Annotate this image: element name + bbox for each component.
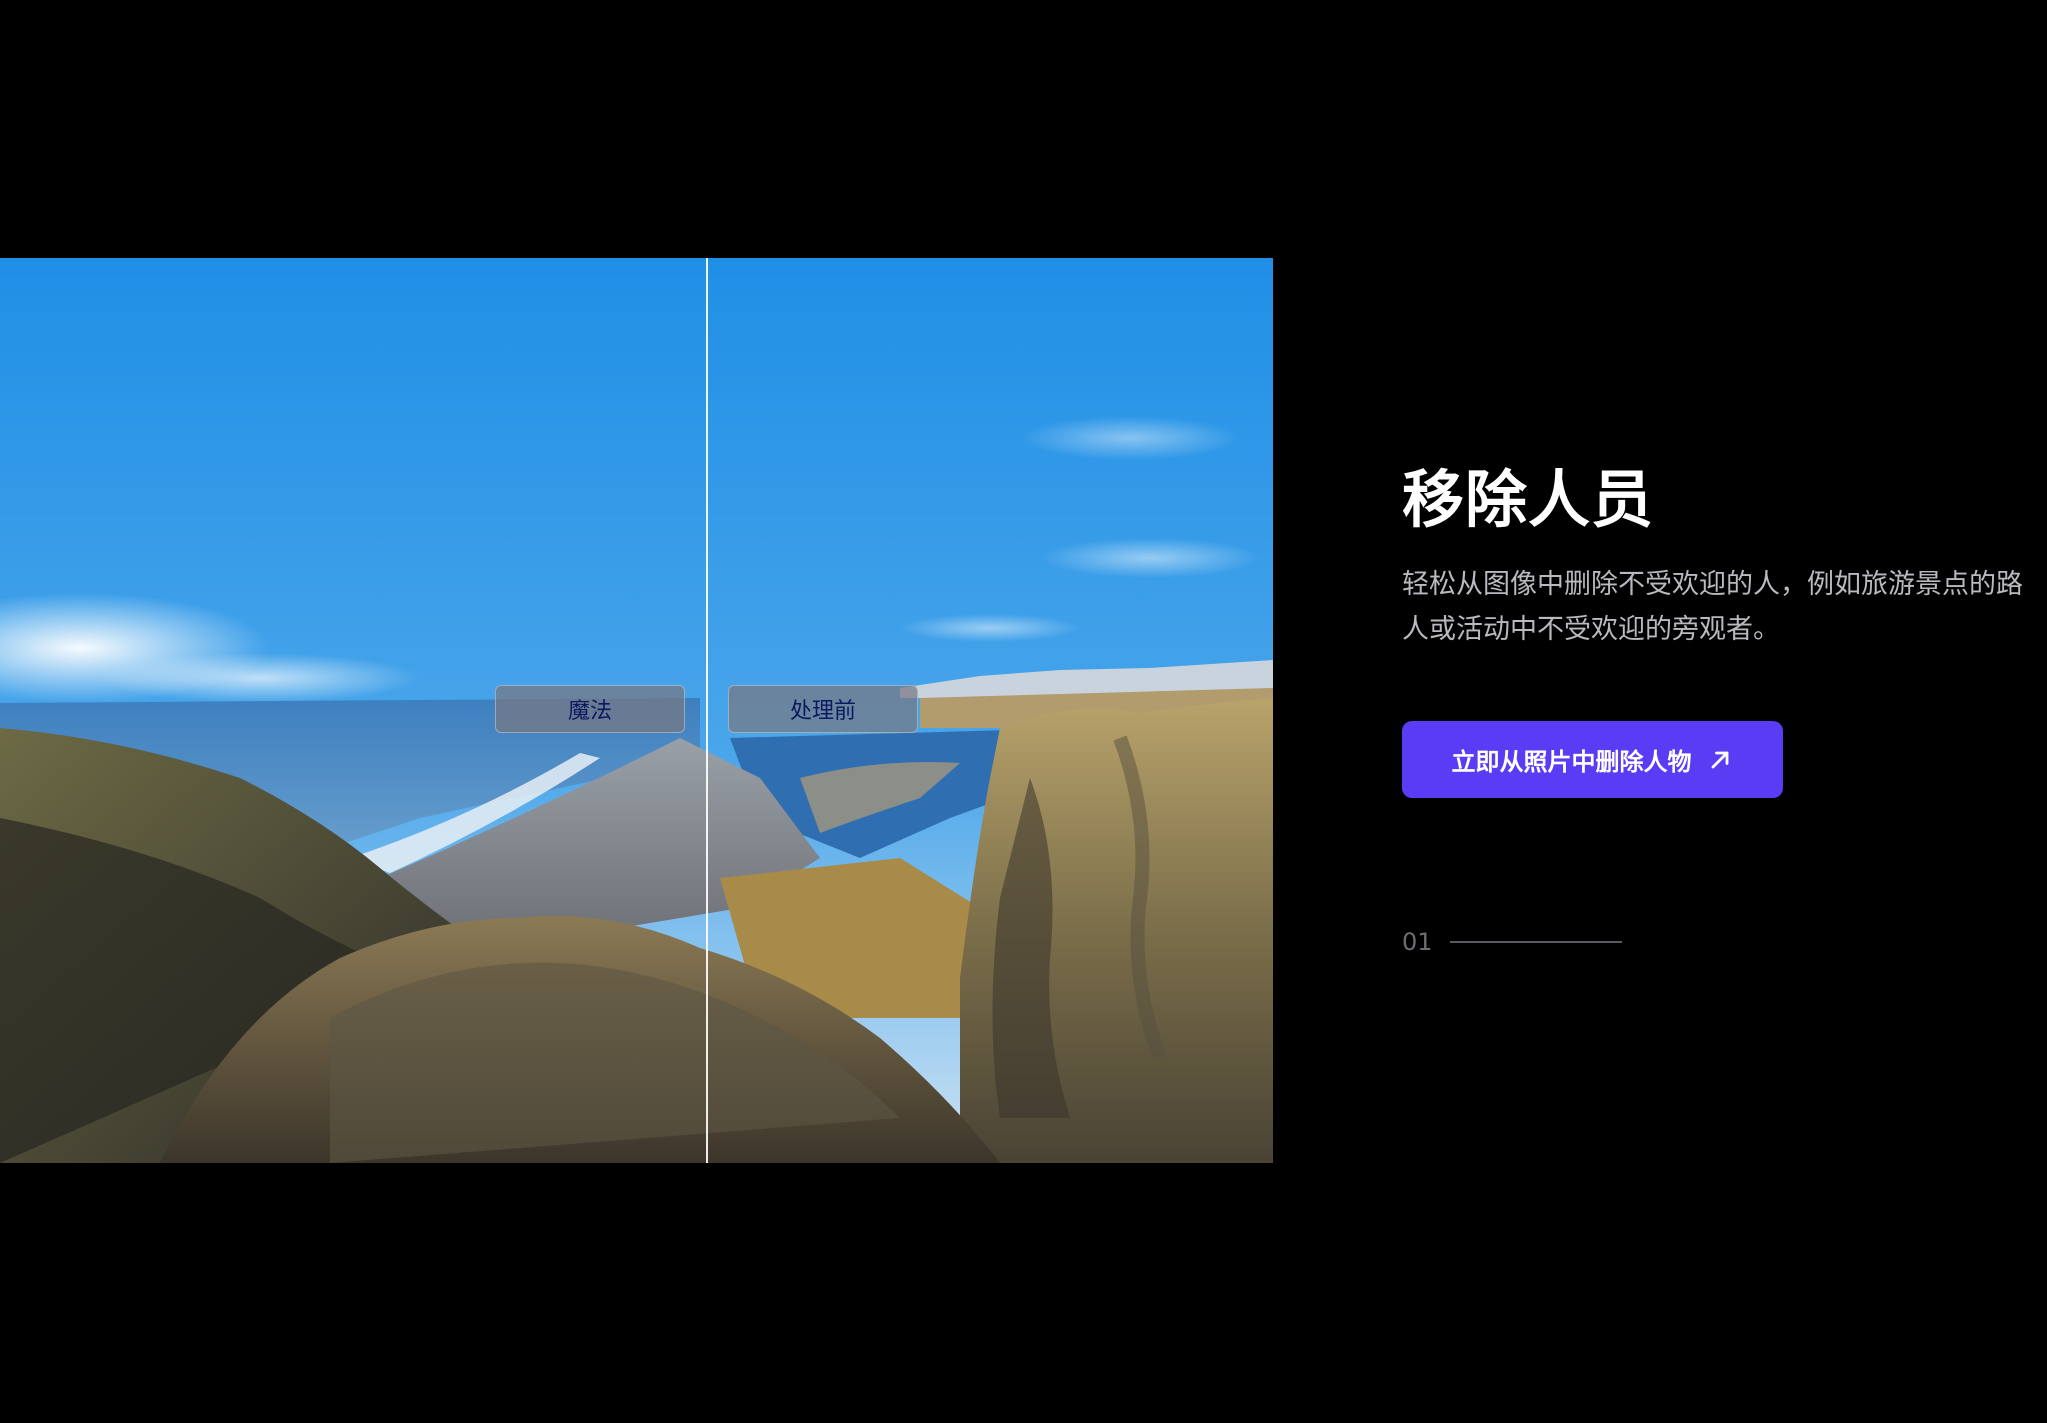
page: 魔法 处理前 移除人员 轻松从图像中删除不受欢迎的人，例如旅游景点的路人或活动中…	[0, 0, 2047, 1423]
step-indicator: 01	[1402, 928, 1622, 956]
remove-people-button[interactable]: 立即从照片中删除人物	[1402, 721, 1783, 798]
before-label: 处理前	[728, 685, 918, 733]
step-number: 01	[1402, 928, 1433, 956]
remove-people-button-label: 立即从照片中删除人物	[1451, 748, 1692, 776]
feature-panel: 移除人员 轻松从图像中删除不受欢迎的人，例如旅游景点的路人或活动中不受欢迎的旁观…	[1402, 460, 2042, 956]
feature-description: 轻松从图像中删除不受欢迎的人，例如旅游景点的路人或活动中不受欢迎的旁观者。	[1402, 569, 2023, 645]
after-label: 魔法	[495, 685, 685, 733]
step-progress-line	[1450, 941, 1622, 943]
comparison-slider-handle[interactable]	[706, 258, 708, 1163]
arrow-up-right-icon	[1711, 751, 1728, 768]
before-after-comparison[interactable]: 魔法 处理前	[0, 258, 1273, 1163]
feature-title: 移除人员	[1402, 463, 1655, 536]
